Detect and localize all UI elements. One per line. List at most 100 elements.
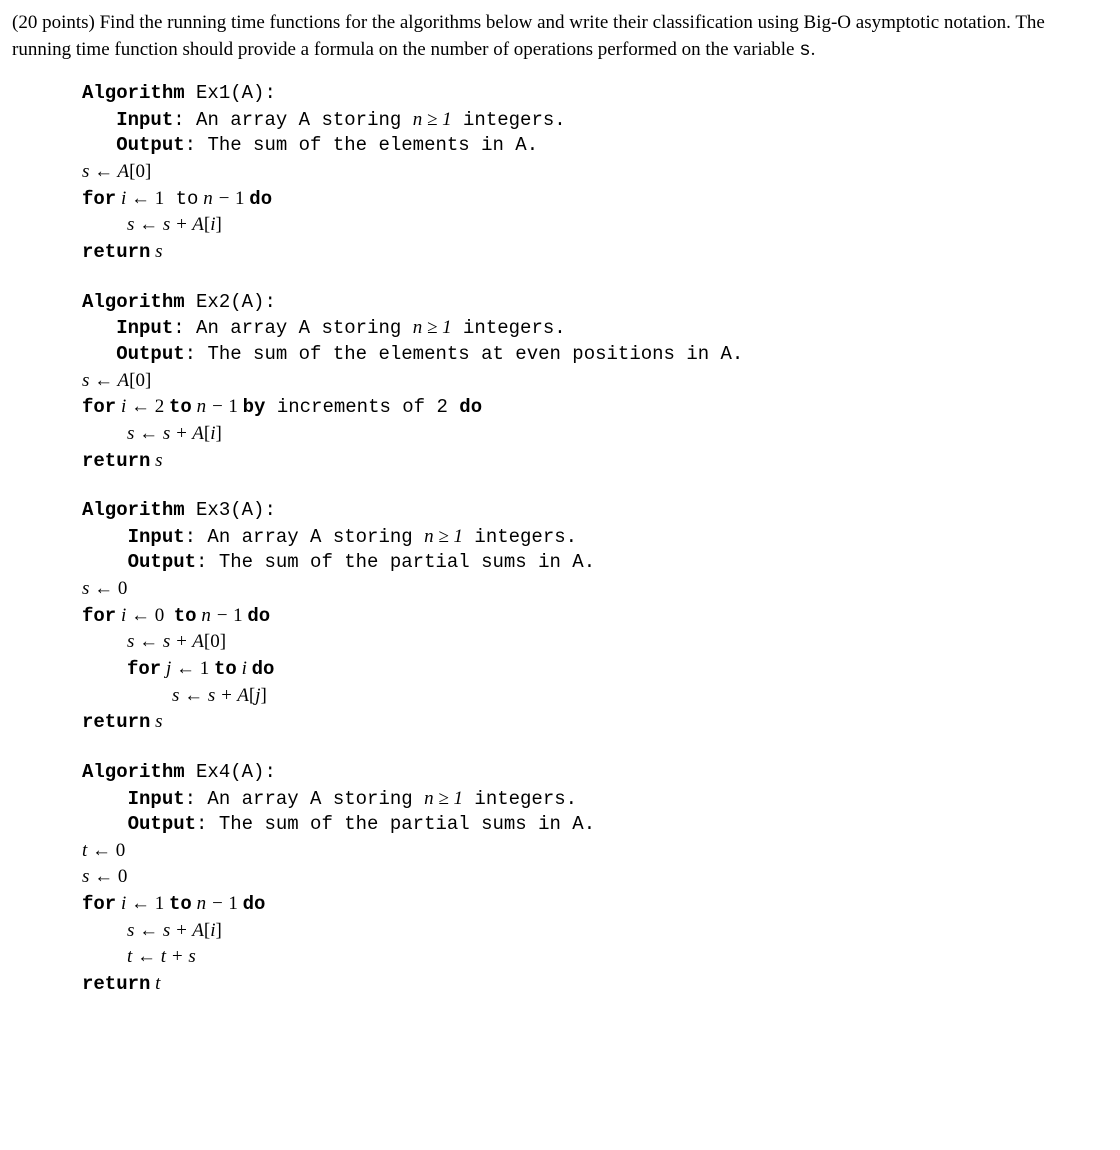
ex2-l1: s ← A[0] — [82, 368, 1108, 395]
ex3-output: Output: The sum of the partial sums in A… — [82, 550, 1108, 576]
ex1-l4: return s — [82, 239, 1108, 266]
algorithm-ex1: Algorithm Ex1(A): Input: An array A stor… — [82, 81, 1108, 265]
ex1-l1b: [0] — [129, 161, 151, 182]
ex3-header: Algorithm Ex3(A): — [82, 498, 1108, 524]
ex1-output: Output: The sum of the elements in A. — [82, 133, 1108, 159]
ex2-l2: for i ← 2 to n − 1 by increments of 2 do — [82, 394, 1108, 421]
ex3-input-end: integers. — [463, 526, 577, 548]
ex1-l4v: s — [150, 241, 162, 262]
ex3-l4c: i — [237, 658, 252, 679]
kw-output: Output — [128, 551, 196, 573]
kw-return: return — [82, 973, 150, 995]
ex4-l1a: t ← — [82, 840, 116, 861]
ex3-l2a: i ← — [116, 605, 155, 626]
algorithm-ex4: Algorithm Ex4(A): Input: An array A stor… — [82, 760, 1108, 998]
ex4-l1: t ← 0 — [82, 838, 1108, 865]
ex2-title: Ex2(A): — [185, 291, 276, 313]
ex4-l3a: i ← — [116, 893, 155, 914]
ex4-input-text: : An array A storing — [185, 788, 424, 810]
ex3-l6v: s — [150, 711, 162, 732]
ex3-l2b: 0 — [155, 605, 174, 626]
ex2-l2c: n − — [192, 396, 229, 417]
ex4-l4a: s ← s + A — [127, 920, 204, 941]
ex1-l2b: 1 — [155, 188, 165, 209]
ex2-input-text: : An array A storing — [173, 317, 412, 339]
ex3-output-text: : The sum of the partial sums in A. — [196, 551, 595, 573]
ex1-input: Input: An array A storing n ≥ 1 integers… — [82, 107, 1108, 134]
ex3-title: Ex3(A): — [185, 499, 276, 521]
var-s: s — [799, 39, 810, 61]
ex2-l2a: i ← — [116, 396, 155, 417]
ex3-l2d: 1 — [233, 605, 247, 626]
ex2-l4: return s — [82, 448, 1108, 475]
ex3-l5: s ← s + A[j] — [82, 683, 1108, 710]
ex4-input: Input: An array A storing n ≥ 1 integers… — [82, 786, 1108, 813]
kw-output: Output — [128, 813, 196, 835]
ex2-l1b: [0] — [129, 370, 151, 391]
kw-do: do — [249, 188, 272, 210]
ex4-output-text: : The sum of the partial sums in A. — [196, 813, 595, 835]
kw-do: do — [243, 893, 266, 915]
ex2-l2d: 1 — [228, 396, 242, 417]
ex4-l2b: 0 — [118, 866, 128, 887]
ex4-l4: s ← s + A[i] — [82, 918, 1108, 945]
ex1-l2d: 1 — [235, 188, 249, 209]
ex3-l3a: s ← s + A — [127, 631, 204, 652]
question-preamble: (20 points) Find the running time functi… — [12, 10, 1108, 63]
ex4-input-end: integers. — [463, 788, 577, 810]
ex4-l3c: n − — [192, 893, 229, 914]
algorithm-ex3: Algorithm Ex3(A): Input: An array A stor… — [82, 498, 1108, 736]
ex1-input-cond: n ≥ 1 — [413, 109, 452, 130]
kw-to: to — [174, 605, 197, 627]
kw-output: Output — [116, 134, 184, 156]
ex3-input-cond: n ≥ 1 — [424, 526, 463, 547]
ex3-l5b: [j] — [249, 685, 267, 706]
ex4-l3: for i ← 1 to n − 1 do — [82, 891, 1108, 918]
ex3-input-text: : An array A storing — [185, 526, 424, 548]
ex4-l3b: 1 — [155, 893, 169, 914]
ex3-l5a: s ← s + A — [172, 685, 249, 706]
ex2-l3b: [i] — [204, 423, 222, 444]
kw-output: Output — [116, 343, 184, 365]
kw-to: to — [176, 188, 199, 210]
kw-for: for — [82, 893, 116, 915]
kw-algorithm: Algorithm — [82, 291, 185, 313]
ex1-input-text: : An array A storing — [173, 109, 412, 131]
kw-input: Input — [128, 526, 185, 548]
ex1-l3: s ← s + A[i] — [82, 212, 1108, 239]
ex3-l1: s ← 0 — [82, 576, 1108, 603]
ex2-input: Input: An array A storing n ≥ 1 integers… — [82, 315, 1108, 342]
ex2-output-text: : The sum of the elements at even positi… — [185, 343, 744, 365]
kw-input: Input — [128, 788, 185, 810]
ex4-l6: return t — [82, 971, 1108, 998]
ex1-l2a: i ← — [116, 188, 155, 209]
kw-to: to — [169, 893, 192, 915]
ex3-l4: for j ← 1 to i do — [82, 656, 1108, 683]
ex1-l2c: n − — [198, 188, 235, 209]
ex4-l4b: [i] — [204, 920, 222, 941]
ex4-l2a: s ← — [82, 866, 118, 887]
ex3-l3: s ← s + A[0] — [82, 629, 1108, 656]
kw-for: for — [82, 605, 116, 627]
kw-for: for — [82, 188, 116, 210]
kw-do: do — [247, 605, 270, 627]
ex4-title: Ex4(A): — [185, 761, 276, 783]
ex1-l1: s ← A[0] — [82, 159, 1108, 186]
kw-do: do — [252, 658, 275, 680]
ex1-output-text: : The sum of the elements in A. — [185, 134, 538, 156]
kw-algorithm: Algorithm — [82, 82, 185, 104]
kw-input: Input — [116, 109, 173, 131]
ex2-l1a: s ← A — [82, 370, 129, 391]
ex3-l4b: 1 — [200, 658, 214, 679]
ex3-l2c: n − — [197, 605, 234, 626]
ex1-input-end: integers. — [452, 109, 566, 131]
kw-to: to — [169, 396, 192, 418]
ex4-header: Algorithm Ex4(A): — [82, 760, 1108, 786]
ex2-l4v: s — [150, 450, 162, 471]
kw-return: return — [82, 711, 150, 733]
ex4-output: Output: The sum of the partial sums in A… — [82, 812, 1108, 838]
ex2-input-cond: n ≥ 1 — [413, 317, 452, 338]
ex4-l6v: t — [150, 973, 160, 994]
kw-return: return — [82, 450, 150, 472]
ex3-l1a: s ← — [82, 578, 118, 599]
